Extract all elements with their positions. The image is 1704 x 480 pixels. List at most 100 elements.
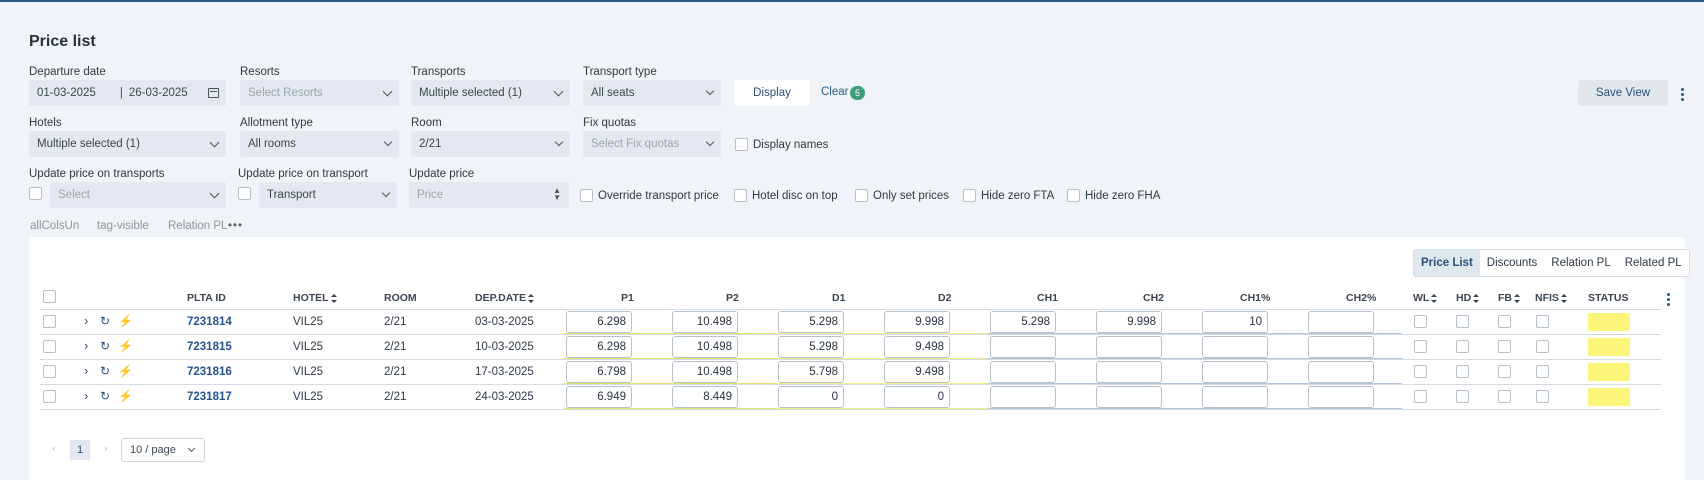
ch1-pct-input[interactable]	[1202, 336, 1268, 358]
plta-id-link[interactable]: 7231816	[187, 366, 232, 378]
more-tags-icon[interactable]: •••	[228, 220, 243, 232]
hide-zero-fha-checkbox[interactable]	[1067, 189, 1080, 202]
page-1-button[interactable]: 1	[70, 440, 90, 460]
prev-page-icon[interactable]: ‹	[52, 443, 56, 455]
resorts-select[interactable]: Select Resorts	[240, 80, 399, 106]
col-nfis-header[interactable]: NFIS	[1535, 292, 1567, 304]
ch2-input[interactable]	[1096, 386, 1162, 408]
bolt-icon[interactable]: ⚡	[118, 390, 133, 402]
p2-input[interactable]: 10.498	[672, 311, 738, 333]
ch2-pct-input[interactable]	[1308, 336, 1374, 358]
col-hotel-header[interactable]: HOTEL	[293, 292, 337, 304]
tag-allcolsun[interactable]: allColsUn	[30, 220, 79, 232]
d1-input[interactable]: 5.298	[778, 336, 844, 358]
tag-relation-pl[interactable]: Relation PL	[168, 220, 227, 232]
fix-quotas-select[interactable]: Select Fix quotas	[583, 131, 721, 157]
d1-input[interactable]: 0	[778, 386, 844, 408]
wl-checkbox[interactable]	[1414, 315, 1427, 328]
wl-checkbox[interactable]	[1414, 365, 1427, 378]
bolt-icon[interactable]: ⚡	[118, 340, 133, 352]
override-transport-price-checkbox[interactable]	[580, 189, 593, 202]
save-view-button[interactable]: Save View	[1578, 80, 1668, 106]
hd-checkbox[interactable]	[1456, 340, 1469, 353]
hide-zero-fta-checkbox[interactable]	[963, 189, 976, 202]
ch1-pct-input[interactable]	[1202, 386, 1268, 408]
ch2-pct-input[interactable]	[1308, 386, 1374, 408]
tag-visible[interactable]: tag-visible	[97, 220, 149, 232]
expand-chevron-icon[interactable]: ›	[84, 314, 88, 327]
only-set-prices-checkbox[interactable]	[855, 189, 868, 202]
select-all-checkbox[interactable]	[43, 290, 56, 303]
ch2-input[interactable]: 9.998	[1096, 311, 1162, 333]
hotel-disc-on-top-checkbox[interactable]	[734, 189, 747, 202]
fb-checkbox[interactable]	[1498, 365, 1511, 378]
col-dep-date-header[interactable]: DEP.DATE	[475, 292, 534, 304]
fb-checkbox[interactable]	[1498, 315, 1511, 328]
d2-input[interactable]: 9.498	[884, 361, 950, 383]
ch2-pct-input[interactable]	[1308, 361, 1374, 383]
d1-input[interactable]: 5.798	[778, 361, 844, 383]
update-price-input[interactable]: Price ▲ ▼	[409, 182, 569, 208]
display-names-checkbox[interactable]	[735, 138, 748, 151]
col-wl-header[interactable]: WL	[1413, 292, 1438, 304]
transport-type-select[interactable]: All seats	[583, 80, 721, 106]
bolt-icon[interactable]: ⚡	[118, 365, 133, 377]
p1-input[interactable]: 6.798	[566, 361, 632, 383]
update-price-transport-select[interactable]: Transport	[259, 182, 397, 208]
refresh-icon[interactable]: ↻	[100, 390, 110, 402]
wl-checkbox[interactable]	[1414, 390, 1427, 403]
plta-id-link[interactable]: 7231815	[187, 341, 232, 353]
ch2-input[interactable]	[1096, 361, 1162, 383]
ch1-pct-input[interactable]: 10	[1202, 311, 1268, 333]
nfis-checkbox[interactable]	[1536, 365, 1549, 378]
fb-checkbox[interactable]	[1498, 340, 1511, 353]
column-settings-icon[interactable]	[1667, 293, 1671, 308]
ch1-input[interactable]	[990, 361, 1056, 383]
plta-id-link[interactable]: 7231814	[187, 316, 232, 328]
expand-chevron-icon[interactable]: ›	[84, 339, 88, 352]
d2-input[interactable]: 9.498	[884, 336, 950, 358]
hotels-select[interactable]: Multiple selected (1)	[29, 131, 226, 157]
plta-id-link[interactable]: 7231817	[187, 391, 232, 403]
col-hd-header[interactable]: HD	[1456, 292, 1480, 304]
ch2-pct-input[interactable]	[1308, 311, 1374, 333]
ch1-input[interactable]	[990, 336, 1056, 358]
p2-input[interactable]: 10.498	[672, 336, 738, 358]
row-checkbox[interactable]	[43, 365, 56, 378]
expand-chevron-icon[interactable]: ›	[84, 389, 88, 402]
more-options-icon[interactable]	[1681, 88, 1685, 103]
update-price-transport-checkbox[interactable]	[238, 187, 251, 200]
page-size-select[interactable]: 10 / page	[121, 438, 205, 462]
allotment-type-select[interactable]: All rooms	[240, 131, 399, 157]
bolt-icon[interactable]: ⚡	[118, 315, 133, 327]
row-checkbox[interactable]	[43, 340, 56, 353]
row-checkbox[interactable]	[43, 390, 56, 403]
nfis-checkbox[interactable]	[1536, 390, 1549, 403]
ch1-pct-input[interactable]	[1202, 361, 1268, 383]
ch2-input[interactable]	[1096, 336, 1162, 358]
tab-discounts[interactable]: Discounts	[1480, 250, 1545, 276]
nfis-checkbox[interactable]	[1536, 340, 1549, 353]
p2-input[interactable]: 10.498	[672, 361, 738, 383]
update-price-transports-select[interactable]: Select	[50, 182, 226, 208]
wl-checkbox[interactable]	[1414, 340, 1427, 353]
refresh-icon[interactable]: ↻	[100, 315, 110, 327]
stepper-icon[interactable]: ▲ ▼	[553, 187, 561, 202]
transports-select[interactable]: Multiple selected (1)	[411, 80, 570, 106]
room-select[interactable]: 2/21	[411, 131, 570, 157]
hd-checkbox[interactable]	[1456, 365, 1469, 378]
p1-input[interactable]: 6.949	[566, 386, 632, 408]
refresh-icon[interactable]: ↻	[100, 340, 110, 352]
hd-checkbox[interactable]	[1456, 315, 1469, 328]
p1-input[interactable]: 6.298	[566, 336, 632, 358]
clear-button[interactable]: Clear	[821, 86, 848, 98]
departure-date-range[interactable]: 01-03-2025 | 26-03-2025	[29, 80, 226, 106]
tab-price-list[interactable]: Price List	[1414, 250, 1480, 276]
tab-related-pl[interactable]: Related PL	[1618, 250, 1689, 276]
next-page-icon[interactable]: ›	[104, 443, 108, 455]
d2-input[interactable]: 0	[884, 386, 950, 408]
refresh-icon[interactable]: ↻	[100, 365, 110, 377]
row-checkbox[interactable]	[43, 315, 56, 328]
display-button[interactable]: Display	[734, 80, 810, 106]
p1-input[interactable]: 6.298	[566, 311, 632, 333]
